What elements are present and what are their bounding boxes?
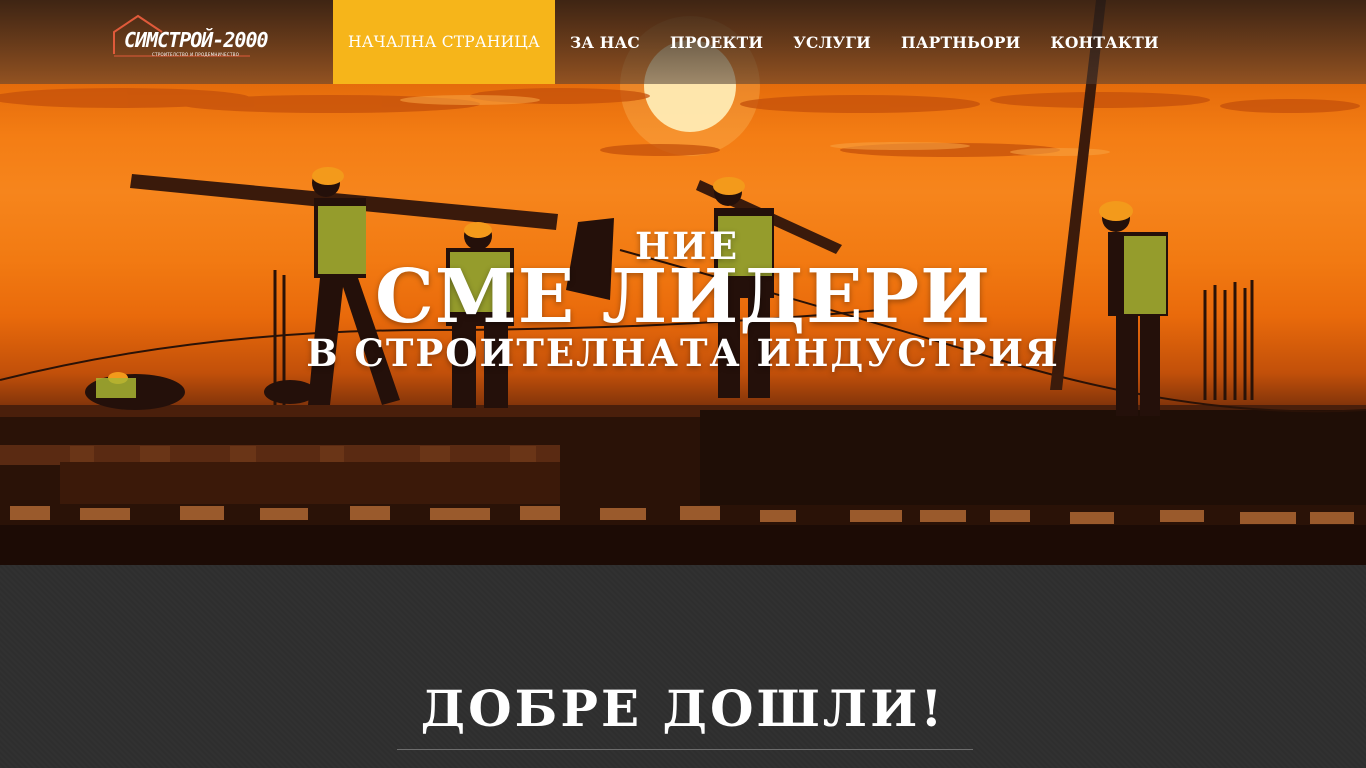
navbar: СИМСТРОЙ-2000 СТРОИТЕЛСТВО И ПРОДЕМНИЧЕС…: [0, 0, 1366, 84]
brand-logo[interactable]: СИМСТРОЙ-2000 СТРОИТЕЛСТВО И ПРОДЕМНИЧЕС…: [112, 14, 269, 64]
nav-item-projects[interactable]: ПРОЕКТИ: [655, 0, 778, 84]
welcome-section: ДОБРЕ ДОШЛИ!: [0, 565, 1366, 768]
brand-tagline: СТРОИТЕЛСТВО И ПРОДЕМНИЧЕСТВО: [152, 52, 240, 57]
nav-item-home[interactable]: НАЧАЛНА СТРАНИЦА: [333, 0, 555, 84]
brand-name: СИМСТРОЙ-2000: [124, 28, 269, 52]
divider: [397, 749, 973, 750]
nav-item-about[interactable]: ЗА НАС: [555, 0, 655, 84]
nav-item-services[interactable]: УСЛУГИ: [778, 0, 886, 84]
welcome-title: ДОБРЕ ДОШЛИ!: [420, 679, 946, 738]
main-nav: НАЧАЛНА СТРАНИЦА ЗА НАС ПРОЕКТИ УСЛУГИ П…: [333, 0, 1174, 84]
nav-item-contacts[interactable]: КОНТАКТИ: [1036, 0, 1174, 84]
hero-line-3: В СТРОИТЕЛНАТА ИНДУСТРИЯ: [306, 331, 1060, 375]
hero-headline: СМЕ ЛИДЕРИ: [374, 254, 992, 340]
hero-banner: СИМСТРОЙ-2000 СТРОИТЕЛСТВО И ПРОДЕМНИЧЕС…: [0, 0, 1366, 565]
nav-item-partners[interactable]: ПАРТНЬОРИ: [886, 0, 1036, 84]
